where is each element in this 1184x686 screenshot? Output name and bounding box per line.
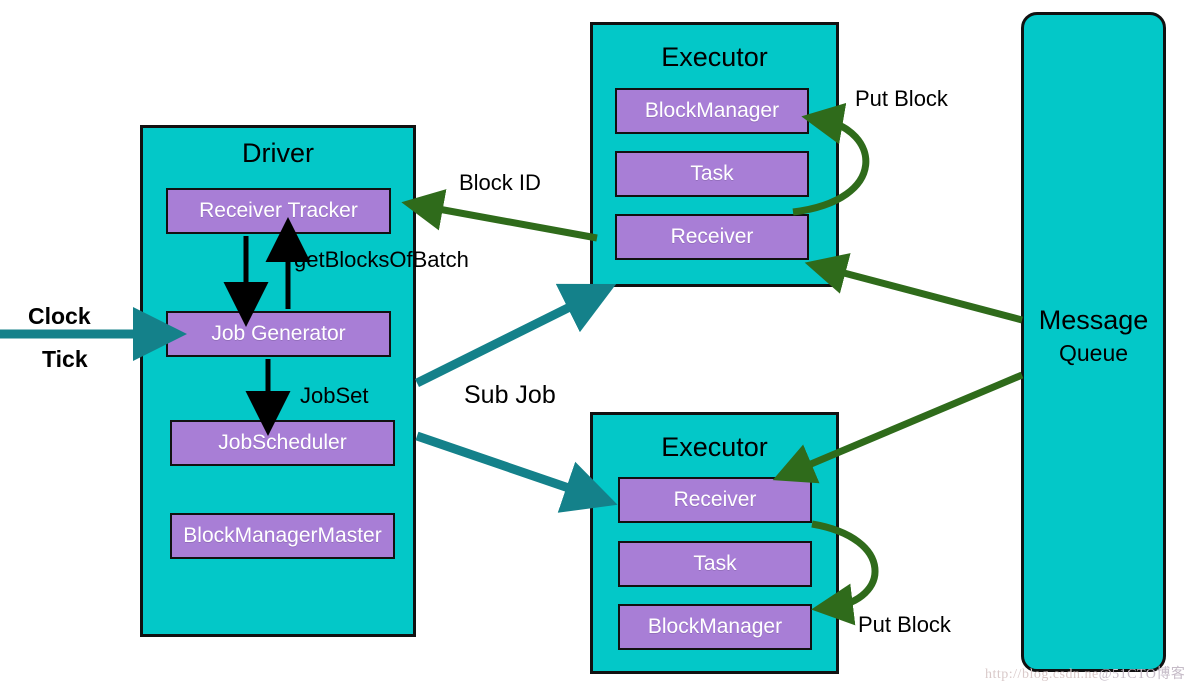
driver-component-block-manager-master[interactable]: BlockManagerMaster: [170, 513, 395, 559]
driver-component-receiver-tracker[interactable]: Receiver Tracker: [166, 188, 391, 234]
executor-top-component-task[interactable]: Task: [615, 151, 809, 197]
executor-bottom-component-block-manager[interactable]: BlockManager: [618, 604, 812, 650]
watermark-url: http://blog.csdn.ne: [985, 667, 1099, 682]
executor-bottom-component-receiver[interactable]: Receiver: [618, 477, 812, 523]
arrow-receiver-to-receiver-tracker-block-id: [401, 189, 598, 242]
watermark-tag: @51CTO博客: [1098, 667, 1184, 682]
arrow-driver-to-executor-bottom-sub-job: [415, 431, 618, 513]
executor-bottom-component-task[interactable]: Task: [618, 541, 812, 587]
label-sub-job: Sub Job: [464, 381, 556, 409]
message-queue-title-line1: Message: [1038, 305, 1149, 335]
executor-top-title: Executor: [661, 42, 768, 72]
arrow-message-queue-to-executor-top: [804, 253, 1023, 324]
driver-component-job-generator[interactable]: Job Generator: [166, 311, 391, 357]
label-job-set: JobSet: [300, 383, 369, 408]
executor-top-component-receiver[interactable]: Receiver: [615, 214, 809, 260]
label-tick: Tick: [42, 346, 88, 372]
executor-top-component-block-manager[interactable]: BlockManager: [615, 88, 809, 134]
label-put-block-bottom: Put Block: [858, 612, 951, 637]
label-clock: Clock: [28, 303, 91, 329]
diagram-canvas: Driver Receiver Tracker Job Generator Jo…: [0, 0, 1184, 686]
label-get-blocks-of-batch: getBlocksOfBatch: [294, 247, 469, 272]
executor-bottom-title: Executor: [661, 432, 768, 462]
label-block-id: Block ID: [459, 170, 541, 195]
arrow-driver-to-executor-top-sub-job: [414, 283, 617, 388]
driver-component-job-scheduler[interactable]: JobScheduler: [170, 420, 395, 466]
label-put-block-top: Put Block: [855, 86, 948, 111]
driver-title: Driver: [242, 138, 314, 168]
message-queue-title-line2: Queue: [1058, 340, 1129, 366]
watermark: http://blog.csdn.ne@51CTO博客: [985, 663, 1184, 683]
